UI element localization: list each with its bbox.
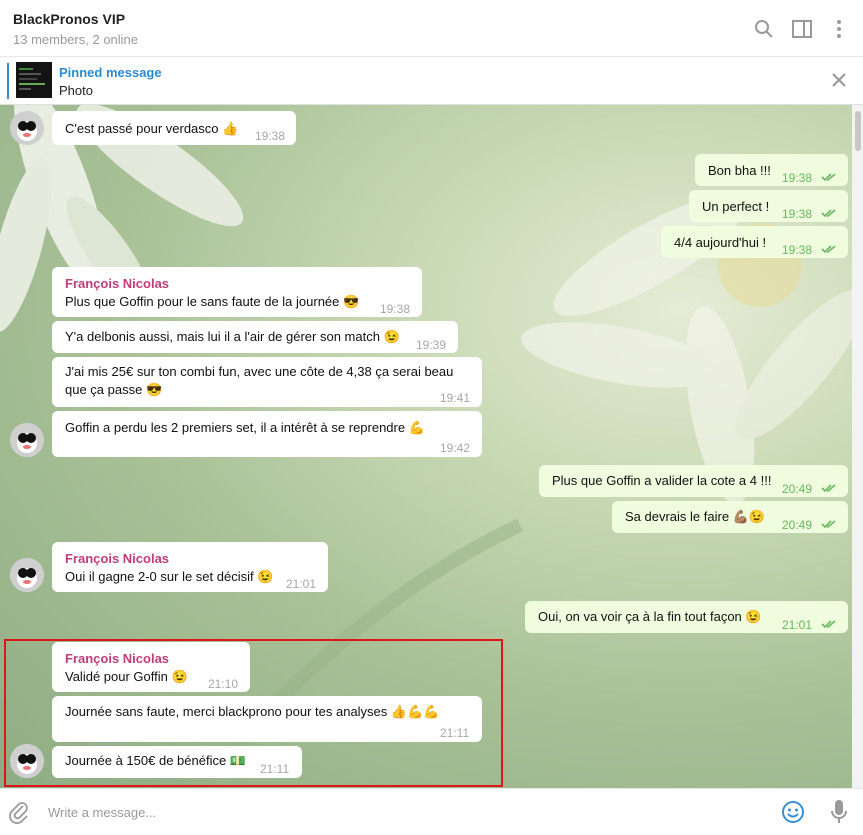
microphone-icon[interactable]	[830, 799, 848, 825]
message-time: 20:49	[782, 482, 813, 496]
message-bubble[interactable]: Bon bha !!! 19:38	[695, 154, 848, 186]
sender-name[interactable]: François Nicolas	[65, 650, 169, 668]
scrollbar[interactable]	[852, 105, 863, 788]
message-text: C'est passé pour verdasco 👍	[65, 121, 239, 136]
pinned-text: Photo	[59, 83, 93, 98]
double-check-icon	[821, 484, 836, 493]
message-time: 21:01	[286, 577, 317, 591]
message-bubble[interactable]: Goffin a perdu les 2 premiers set, il a …	[52, 411, 482, 457]
message-bubble[interactable]: Y'a delbonis aussi, mais lui il a l'air …	[52, 321, 458, 353]
message-text: Un perfect !	[702, 199, 770, 214]
message-time: 19:38	[255, 129, 286, 143]
message-time: 20:49	[782, 518, 813, 532]
message-text: Bon bha !!!	[708, 163, 771, 178]
avatar[interactable]	[10, 744, 44, 778]
message-text: Y'a delbonis aussi, mais lui il a l'air …	[65, 329, 400, 344]
double-check-icon	[821, 209, 836, 218]
message-bubble[interactable]: François Nicolas Plus que Goffin pour le…	[52, 267, 422, 317]
pinned-photo-thumbnail	[16, 62, 52, 98]
message-time: 19:39	[416, 338, 447, 352]
message-bubble[interactable]: François Nicolas Oui il gagne 2-0 sur le…	[52, 542, 328, 592]
message-composer	[0, 788, 863, 835]
message-bubble[interactable]: Plus que Goffin a valider la cote a 4 !!…	[539, 465, 848, 497]
pinned-accent-bar	[7, 63, 9, 99]
double-check-icon	[821, 620, 836, 629]
message-bubble[interactable]: François Nicolas Validé pour Goffin 😉 21…	[52, 642, 250, 692]
message-text: Validé pour Goffin 😉	[65, 669, 188, 684]
message-bubble[interactable]: C'est passé pour verdasco 👍 19:38	[52, 111, 296, 145]
sidebar-toggle-icon[interactable]	[791, 18, 813, 40]
chat-header: BlackPronos VIP 13 members, 2 online	[0, 0, 863, 57]
message-bubble[interactable]: Journée à 150€ de bénéfice 💵 21:11	[52, 746, 302, 778]
message-bubble[interactable]: J'ai mis 25€ sur ton combi fun, avec une…	[52, 357, 482, 407]
search-icon[interactable]	[753, 18, 775, 40]
avatar[interactable]	[10, 111, 44, 145]
message-time: 21:01	[782, 618, 813, 632]
avatar[interactable]	[10, 423, 44, 457]
message-bubble[interactable]: Un perfect ! 19:38	[689, 190, 848, 222]
avatar[interactable]	[10, 558, 44, 592]
message-text: Oui il gagne 2-0 sur le set décisif 😉	[65, 569, 274, 584]
message-text-line1: J'ai mis 25€ sur ton combi fun, avec une…	[65, 364, 454, 379]
message-text: Sa devrais le faire 💪🏽😉	[625, 509, 766, 524]
close-icon[interactable]	[831, 72, 847, 88]
sender-name[interactable]: François Nicolas	[65, 550, 169, 568]
message-bubble[interactable]: Journée sans faute, merci blackprono pou…	[52, 696, 482, 742]
pinned-title: Pinned message	[59, 65, 162, 80]
sender-name[interactable]: François Nicolas	[65, 275, 169, 293]
scrollbar-thumb[interactable]	[855, 111, 861, 151]
message-time: 19:38	[380, 302, 411, 316]
message-text-line2: que ça passe 😎	[65, 382, 163, 397]
message-text: Plus que Goffin a valider la cote a 4 !!…	[552, 473, 772, 488]
chat-title[interactable]: BlackPronos VIP	[13, 11, 125, 27]
message-text: Journée à 150€ de bénéfice 💵	[65, 753, 246, 768]
message-text: Goffin a perdu les 2 premiers set, il a …	[65, 420, 425, 435]
message-time: 21:10	[208, 677, 239, 691]
double-check-icon	[821, 173, 836, 182]
message-text: Oui, on va voir ça à la fin tout façon 😉	[538, 609, 762, 624]
message-time: 19:41	[440, 391, 471, 405]
message-input[interactable]	[48, 799, 748, 825]
message-text: 4/4 aujourd'hui !	[674, 235, 767, 250]
double-check-icon	[821, 520, 836, 529]
pinned-message-bar[interactable]: Pinned message Photo	[0, 57, 863, 105]
double-check-icon	[821, 245, 836, 254]
message-time: 19:38	[782, 243, 813, 257]
message-list[interactable]: C'est passé pour verdasco 👍 19:38 Bon bh…	[0, 105, 852, 788]
message-time: 19:38	[782, 207, 813, 221]
message-text: Journée sans faute, merci blackprono pou…	[65, 704, 440, 719]
message-bubble[interactable]: Sa devrais le faire 💪🏽😉 20:49	[612, 501, 848, 533]
message-time: 19:38	[782, 171, 813, 185]
more-vert-icon[interactable]	[828, 18, 850, 40]
attach-icon[interactable]	[9, 800, 29, 824]
chat-subtitle: 13 members, 2 online	[13, 32, 139, 47]
message-text: Plus que Goffin pour le sans faute de la…	[65, 294, 360, 309]
message-bubble[interactable]: Oui, on va voir ça à la fin tout façon 😉…	[525, 601, 848, 633]
message-bubble[interactable]: 4/4 aujourd'hui ! 19:38	[661, 226, 848, 258]
message-time: 19:42	[440, 441, 471, 455]
emoji-icon[interactable]	[781, 800, 805, 824]
message-time: 21:11	[260, 762, 290, 776]
message-time: 21:11	[440, 726, 470, 740]
